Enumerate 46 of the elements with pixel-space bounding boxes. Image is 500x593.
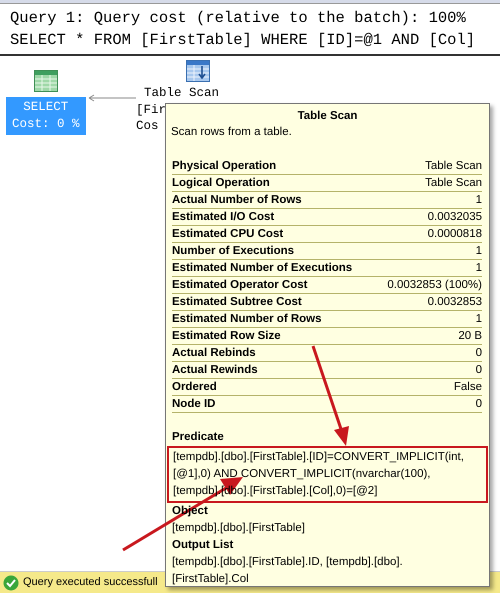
property-name: Actual Number of Rows — [172, 193, 302, 208]
property-name: Actual Rebinds — [172, 346, 256, 361]
property-value: 0.0032853 — [428, 295, 482, 310]
property-value: 20 B — [458, 329, 482, 344]
property-name: Actual Rewinds — [172, 363, 258, 378]
property-name: Physical Operation — [172, 159, 276, 174]
property-value: False — [454, 380, 482, 395]
property-name: Logical Operation — [172, 176, 270, 191]
property-name: Estimated Row Size — [172, 329, 281, 344]
property-value: 0 — [476, 346, 482, 361]
section-heading: Predicate — [172, 430, 224, 445]
property-value: 1 — [476, 261, 482, 276]
scan-node-text: [Fir — [136, 102, 166, 118]
tooltip-description: Scan rows from a table. — [171, 125, 293, 140]
property-value: 0.0032035 — [428, 210, 482, 225]
tooltip-title: Table Scan — [296, 109, 358, 124]
property-name: Estimated CPU Cost — [172, 227, 284, 242]
property-value: 0 — [476, 363, 482, 378]
check-icon — [3, 574, 19, 590]
property-value: 0 — [476, 397, 482, 412]
property-value: 0.0032853 (100%) — [387, 278, 482, 293]
scan-node-label[interactable]: Table Scan — [144, 85, 220, 102]
section-heading: Output List — [172, 538, 234, 553]
property-name: Node ID — [172, 397, 216, 412]
query-cost-text: Query 1: Query cost (relative to the batch): 100% — [10, 8, 467, 29]
property-name: Estimated Operator Cost — [172, 278, 308, 293]
property-value: 1 — [476, 312, 482, 327]
property-value: 0.0000818 — [428, 227, 482, 242]
table-icon — [34, 70, 58, 92]
section-text: [tempdb].[dbo].[FirstTable] — [172, 521, 305, 536]
property-name: Estimated I/O Cost — [172, 210, 274, 225]
connector-arrow — [88, 94, 136, 102]
section-text: [tempdb].[dbo].[FirstTable].ID, [tempdb].[dbo]. [FirstTable].Col — [172, 555, 403, 587]
scan-node-text: Cos — [136, 118, 159, 134]
property-value: 1 — [476, 244, 482, 259]
property-name: Number of Executions — [172, 244, 294, 259]
status-message: Query executed successfull — [23, 575, 158, 590]
property-value: Table Scan — [425, 176, 482, 191]
property-value: 1 — [476, 193, 482, 208]
sql-text: SELECT * FROM [FirstTable] WHERE [ID]=@1 AND [Col] — [10, 30, 476, 51]
property-name: Estimated Number of Executions — [172, 261, 352, 276]
property-value: Table Scan — [425, 159, 482, 174]
property-name: Estimated Subtree Cost — [172, 295, 302, 310]
property-name: Ordered — [172, 380, 217, 395]
property-name: Estimated Number of Rows — [172, 312, 322, 327]
table-scan-icon — [186, 60, 210, 82]
